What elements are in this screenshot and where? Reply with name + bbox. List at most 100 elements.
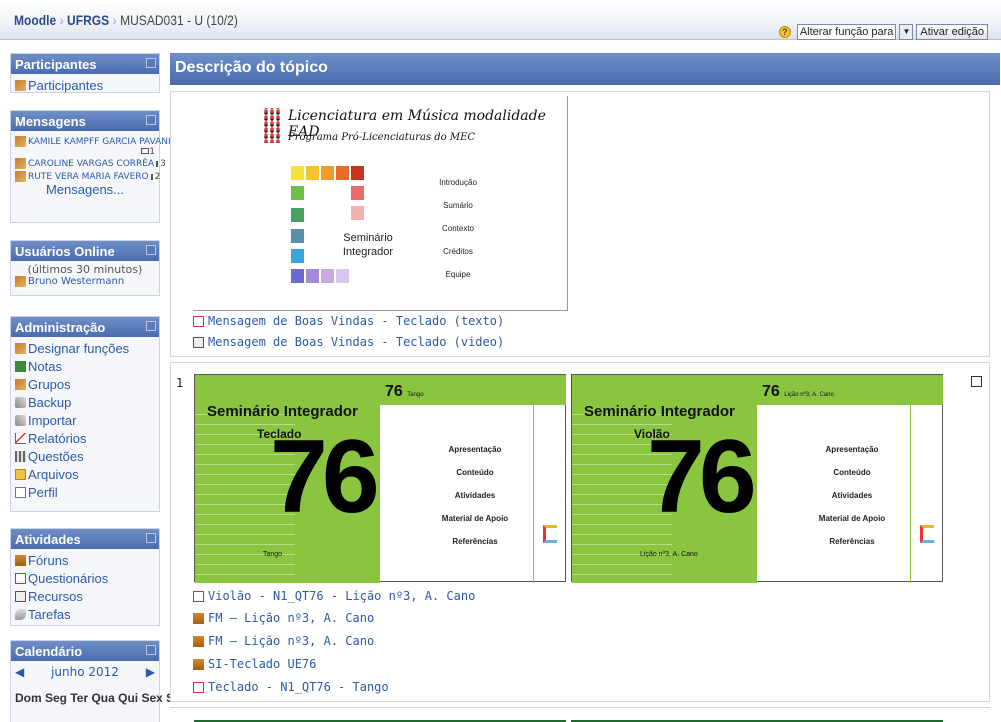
banner-menu-item[interactable]: Equipe xyxy=(428,270,488,293)
lesson-card-teclado[interactable]: Seminário Integrador Teclado 76 76 Tango… xyxy=(194,374,566,583)
admin-profile-link[interactable]: Perfil xyxy=(15,483,155,501)
activity-forums-link[interactable]: Fóruns xyxy=(15,551,155,569)
role-select[interactable]: Alterar função para xyxy=(796,23,897,40)
card-menu-item[interactable]: Atividades xyxy=(425,491,525,514)
calendar-block-title: Calendário xyxy=(11,641,159,661)
block-toggle-icon[interactable] xyxy=(146,58,156,68)
edit-mode-button[interactable]: Ativar edição xyxy=(916,23,988,40)
resource-link[interactable]: Mensagem de Boas Vindas - Teclado (texto… xyxy=(193,314,504,328)
user-icon xyxy=(15,158,26,169)
card-menu-item[interactable]: Referências xyxy=(425,537,525,560)
mail-icon xyxy=(156,160,159,167)
block-toggle-icon[interactable] xyxy=(146,533,156,543)
mail-icon xyxy=(150,173,153,180)
online-users-block-title: Usuários Online xyxy=(11,241,159,261)
breadcrumb-course: MUSAD031 - U (10/2) xyxy=(120,12,238,28)
resource-link[interactable]: Mensagem de Boas Vindas - Teclado (video… xyxy=(193,335,504,349)
block-toggle-icon[interactable] xyxy=(146,115,156,125)
card-tag: 76 Lição nº3, A. Cano xyxy=(762,383,834,400)
resource-link[interactable]: Teclado - N1_QT76 - Tango xyxy=(193,680,389,694)
help-icon[interactable]: ? xyxy=(778,25,791,38)
resource-icon xyxy=(15,590,26,602)
chevron-down-icon[interactable]: ▼ xyxy=(899,23,914,40)
color-square xyxy=(291,229,304,243)
color-square xyxy=(351,186,364,200)
online-users-note: (últimos 30 minutos) xyxy=(27,263,143,276)
card-menu-item[interactable]: Conteúdo xyxy=(802,468,902,491)
highlight-checkbox[interactable] xyxy=(971,376,982,387)
banner-menu-item[interactable]: Introdução xyxy=(428,178,488,201)
message-sender[interactable]: KAMILE KAMPFF GARCIA PAVANI xyxy=(15,136,171,147)
block-toggle-icon[interactable] xyxy=(146,245,156,255)
course-banner[interactable]: Licenciatura em Música modalidade EAD Pr… xyxy=(193,96,568,311)
participants-block: Participantes Participantes xyxy=(10,53,160,93)
admin-reports-link[interactable]: Relatórios xyxy=(15,429,155,447)
admin-backup-link[interactable]: Backup xyxy=(15,393,155,411)
activity-quizzes-link[interactable]: Questionários xyxy=(15,569,155,587)
calendar-next-icon[interactable]: ▶ xyxy=(146,665,155,679)
banner-menu-item[interactable]: Sumário xyxy=(428,201,488,224)
color-square xyxy=(336,269,349,283)
card-menu-item[interactable]: Referências xyxy=(802,537,902,560)
participants-block-title: Participantes xyxy=(11,54,159,74)
calendar-weekdays: Dom Seg Ter Qua Qui Sex Sáb xyxy=(15,691,189,705)
message-sender[interactable]: CAROLINE VARGAS CORRÊA 3 xyxy=(15,158,166,169)
questions-icon xyxy=(15,450,26,462)
people-icon xyxy=(15,79,26,91)
card-menu-item[interactable]: Atividades xyxy=(802,491,902,514)
banner-seminar-label: Seminário Integrador xyxy=(342,232,394,258)
admin-questions-link[interactable]: Questões xyxy=(15,447,155,465)
forum-icon xyxy=(15,554,26,566)
topic-heading: Descrição do tópico xyxy=(170,53,1000,85)
section-number: 1 xyxy=(176,376,184,390)
color-square xyxy=(291,166,304,180)
resource-link[interactable]: FM – Lição nº3, A. Cano xyxy=(193,634,374,648)
activity-assignments-link[interactable]: Tarefas xyxy=(15,605,155,623)
color-square xyxy=(291,249,304,263)
card-menu-item[interactable]: Apresentação xyxy=(425,445,525,468)
admin-files-link[interactable]: Arquivos xyxy=(15,465,155,483)
lesson-card-violao[interactable]: Seminário Integrador Violão 76 76 Lição … xyxy=(571,374,943,583)
folder-icon xyxy=(15,468,26,480)
online-users-block: Usuários Online (últimos 30 minutos) Bru… xyxy=(10,240,160,296)
online-user[interactable]: Bruno Westermann xyxy=(15,276,155,287)
breadcrumb-category[interactable]: UFRGS xyxy=(67,12,109,28)
color-square xyxy=(321,166,334,180)
card-menu: Apresentação Conteúdo Atividades Materia… xyxy=(425,445,525,560)
block-toggle-icon[interactable] xyxy=(146,645,156,655)
message-sender[interactable]: RUTE VERA MARIA FAVERO 2 xyxy=(15,171,160,182)
card-menu-item[interactable]: Conteúdo xyxy=(425,468,525,491)
resource-link[interactable]: FM – Lição nº3, A. Cano xyxy=(193,611,374,625)
admin-assign-roles-link[interactable]: Designar funções xyxy=(15,339,155,357)
color-square xyxy=(291,186,304,200)
user-icon xyxy=(15,276,26,287)
card-menu-item[interactable]: Material de Apoio xyxy=(425,514,525,537)
resource-link[interactable]: Violão - N1_QT76 - Lição nº3, A. Cano xyxy=(193,589,475,603)
next-section-preview xyxy=(170,707,990,722)
card-menu-item[interactable]: Material de Apoio xyxy=(802,514,902,537)
program-logo xyxy=(263,108,281,143)
admin-groups-link[interactable]: Grupos xyxy=(15,375,155,393)
card-tag: 76 Tango xyxy=(385,383,424,400)
card-menu-item[interactable]: Apresentação xyxy=(802,445,902,468)
block-toggle-icon[interactable] xyxy=(146,321,156,331)
breadcrumb: Moodle › UFRGS › MUSAD031 - U (10/2) xyxy=(14,12,238,28)
participants-link[interactable]: Participantes xyxy=(15,76,155,94)
program-logo-icon xyxy=(920,525,934,543)
admin-import-link[interactable]: Importar xyxy=(15,411,155,429)
activity-resources-link[interactable]: Recursos xyxy=(15,587,155,605)
card-footer: Tango xyxy=(263,551,283,558)
banner-menu-item[interactable]: Créditos xyxy=(428,247,488,270)
calendar-prev-icon[interactable]: ◀ xyxy=(15,665,24,679)
admin-grades-link[interactable]: Notas xyxy=(15,357,155,375)
color-square xyxy=(351,166,364,180)
resource-link[interactable]: SI-Teclado UE76 xyxy=(193,657,316,671)
messages-more-link[interactable]: Mensagens... xyxy=(15,182,155,197)
role-switcher: ? Alterar função para ▼ Ativar edição xyxy=(778,23,988,40)
assignment-icon xyxy=(15,608,26,620)
banner-menu-item[interactable]: Contexto xyxy=(428,224,488,247)
forum-icon xyxy=(193,612,204,624)
breadcrumb-home[interactable]: Moodle xyxy=(14,12,56,28)
program-logo-icon xyxy=(543,525,557,543)
forum-icon xyxy=(193,635,204,647)
